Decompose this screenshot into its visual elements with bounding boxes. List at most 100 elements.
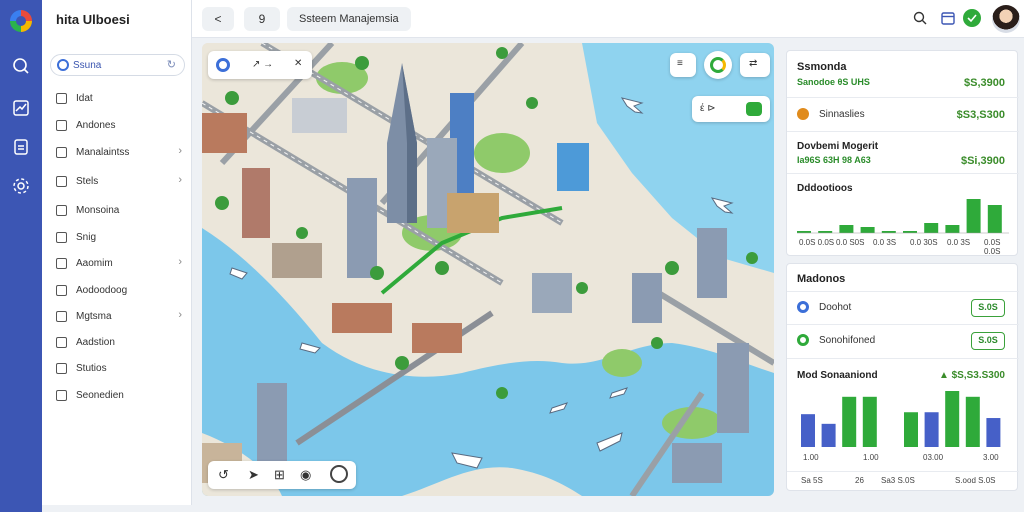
app-rail xyxy=(0,0,42,512)
metric-badge[interactable]: S.0S xyxy=(971,332,1005,350)
app-logo-icon[interactable] xyxy=(10,10,32,32)
divider xyxy=(787,324,1019,325)
search-icon[interactable] xyxy=(11,56,31,76)
app-title: hita Ulboesi xyxy=(56,12,130,27)
nav-item-icon xyxy=(56,147,67,158)
summary-value: $S,3900 xyxy=(964,77,1005,89)
layers-button[interactable] xyxy=(704,51,732,79)
metric-row-label: Doohot xyxy=(819,302,852,313)
chart2-tick-label: 03.00 xyxy=(923,453,944,462)
chart2-bar xyxy=(924,412,939,447)
chart-icon[interactable] xyxy=(11,98,31,118)
chart1-bar xyxy=(839,225,854,233)
chevron-right-icon[interactable]: › xyxy=(178,145,182,157)
sidebar-item[interactable]: Aaomim › xyxy=(50,253,188,275)
nav-item-icon xyxy=(56,176,67,187)
sidebar-item[interactable]: Mgtsma › xyxy=(50,306,188,328)
chart2-footer-label: Sa3 S.0S xyxy=(881,476,915,485)
nav-item-icon xyxy=(56,120,67,131)
metrics-title: Madonos xyxy=(797,273,846,285)
chart2-bar xyxy=(821,423,836,447)
sidebar-item-label: Seonedien xyxy=(76,390,124,401)
location-icon[interactable] xyxy=(216,58,230,72)
chart2-footer-label: 26 xyxy=(855,476,864,485)
avatar[interactable] xyxy=(992,5,1020,33)
divider xyxy=(787,173,1019,174)
route-go-icon[interactable] xyxy=(746,102,762,116)
sidebar-item-label: Manalaintss xyxy=(76,147,130,158)
chevron-right-icon[interactable]: › xyxy=(178,309,182,321)
budget-sub: Ia96S 63H 98 A63 xyxy=(797,155,871,165)
tab-system-management[interactable]: Ssteem Manajemsia xyxy=(287,7,411,31)
route-label: έ ⊳ xyxy=(700,103,716,114)
chevron-right-icon[interactable]: › xyxy=(178,174,182,186)
nav-item-icon xyxy=(56,258,67,269)
chart2-value: ▲ $S,S3.S300 xyxy=(938,370,1005,381)
back-button[interactable]: < xyxy=(202,7,234,31)
location-arrow-icon[interactable]: ➤ xyxy=(248,467,259,483)
sidebar-item-label: Aaomim xyxy=(76,258,113,269)
sidebar-item[interactable]: Monsoina xyxy=(50,200,188,222)
sidebar-item-label: Aadstion xyxy=(76,337,115,348)
chart1-tick-label: 0.0 S0S xyxy=(836,238,865,247)
swap-icon: ⇄ xyxy=(749,58,758,69)
camera-icon[interactable]: ◉ xyxy=(300,467,311,483)
document-icon[interactable] xyxy=(11,137,31,157)
layers-icon xyxy=(710,57,726,73)
map-bottom-toolbar[interactable]: ↺ ➤ ⊞ ◉ xyxy=(208,461,356,489)
step-button[interactable]: 9 xyxy=(244,7,280,31)
sidebar-item[interactable]: Seonedien xyxy=(50,385,188,407)
map-canvas xyxy=(202,43,774,496)
sidebar-item[interactable]: Idat xyxy=(50,88,188,110)
grid-icon[interactable]: ⊞ xyxy=(274,467,285,483)
sidebar-item[interactable]: Andones xyxy=(50,115,188,137)
sidebar-item[interactable]: Snig xyxy=(50,227,188,249)
chevron-right-icon[interactable]: › xyxy=(178,256,182,268)
city-map[interactable]: ↗ → ✕ ≡ ⇄ έ ⊳ ↺ ➤ ⊞ ◉ xyxy=(202,43,774,496)
sidebar-item-label: Idat xyxy=(76,93,93,104)
sidebar-item[interactable]: Aadstion xyxy=(50,332,188,354)
status-online-icon[interactable] xyxy=(963,9,981,27)
sidebar-search[interactable]: Ssuna ↻ xyxy=(50,54,185,76)
filter-button[interactable]: ≡ xyxy=(670,53,696,77)
chart1-tick-label: 0.0S 0.0S xyxy=(984,238,1001,256)
summary-sub: Sanodoe θS UHS xyxy=(797,77,870,87)
search-icon[interactable] xyxy=(912,10,928,26)
map-toolbar[interactable]: ↗ → ✕ xyxy=(208,51,312,79)
compass-icon[interactable] xyxy=(330,465,348,483)
chart1-tick-label: 0.0 3S xyxy=(947,238,971,247)
sidebar-item[interactable]: Stutios xyxy=(50,358,188,380)
divider xyxy=(787,291,1019,292)
divider xyxy=(787,97,1019,98)
swap-button[interactable]: ⇄ xyxy=(740,53,770,77)
refresh-icon[interactable]: ↻ xyxy=(167,58,176,71)
rotate-icon[interactable]: ↺ xyxy=(218,467,229,483)
summary-title: Ssmonda xyxy=(797,61,847,73)
sidebar-item-label: Andones xyxy=(76,120,116,131)
nav-item-icon xyxy=(56,390,67,401)
route-chip[interactable]: έ ⊳ xyxy=(692,96,770,122)
sidebar-item[interactable]: Manalaintss › xyxy=(50,142,188,164)
chart2-bar xyxy=(945,391,960,447)
calendar-icon[interactable] xyxy=(940,10,956,26)
sidebar-item[interactable]: Stels › xyxy=(50,171,188,193)
chart2-bar xyxy=(986,418,1001,447)
divider xyxy=(787,131,1019,132)
close-icon[interactable]: ✕ xyxy=(294,58,302,69)
budget-value: $Si,3900 xyxy=(960,155,1005,167)
revenue-dot-icon xyxy=(797,108,809,120)
sidebar-item[interactable]: Aodoodoog xyxy=(50,280,188,302)
nav-item-icon xyxy=(56,205,67,216)
chart2-tick-label: 3.00 xyxy=(983,453,999,462)
chart2-bar xyxy=(801,414,815,447)
search-icon xyxy=(57,59,69,71)
gear-icon[interactable] xyxy=(11,176,31,196)
metrics-panel: Madonos Doohot S.0S Sonohifoned S.0S Mod… xyxy=(786,263,1019,491)
chart1-bar xyxy=(987,205,1002,233)
zoom-controls[interactable]: ↗ → xyxy=(252,59,273,70)
sidebar-item-label: Stels xyxy=(76,176,99,187)
metric-badge[interactable]: S.0S xyxy=(971,299,1005,317)
budget-title: Dovbemi Mogerit xyxy=(797,141,879,152)
chart1-bar xyxy=(903,231,917,233)
chart1-tick-label: 0.0 30S xyxy=(910,238,938,247)
